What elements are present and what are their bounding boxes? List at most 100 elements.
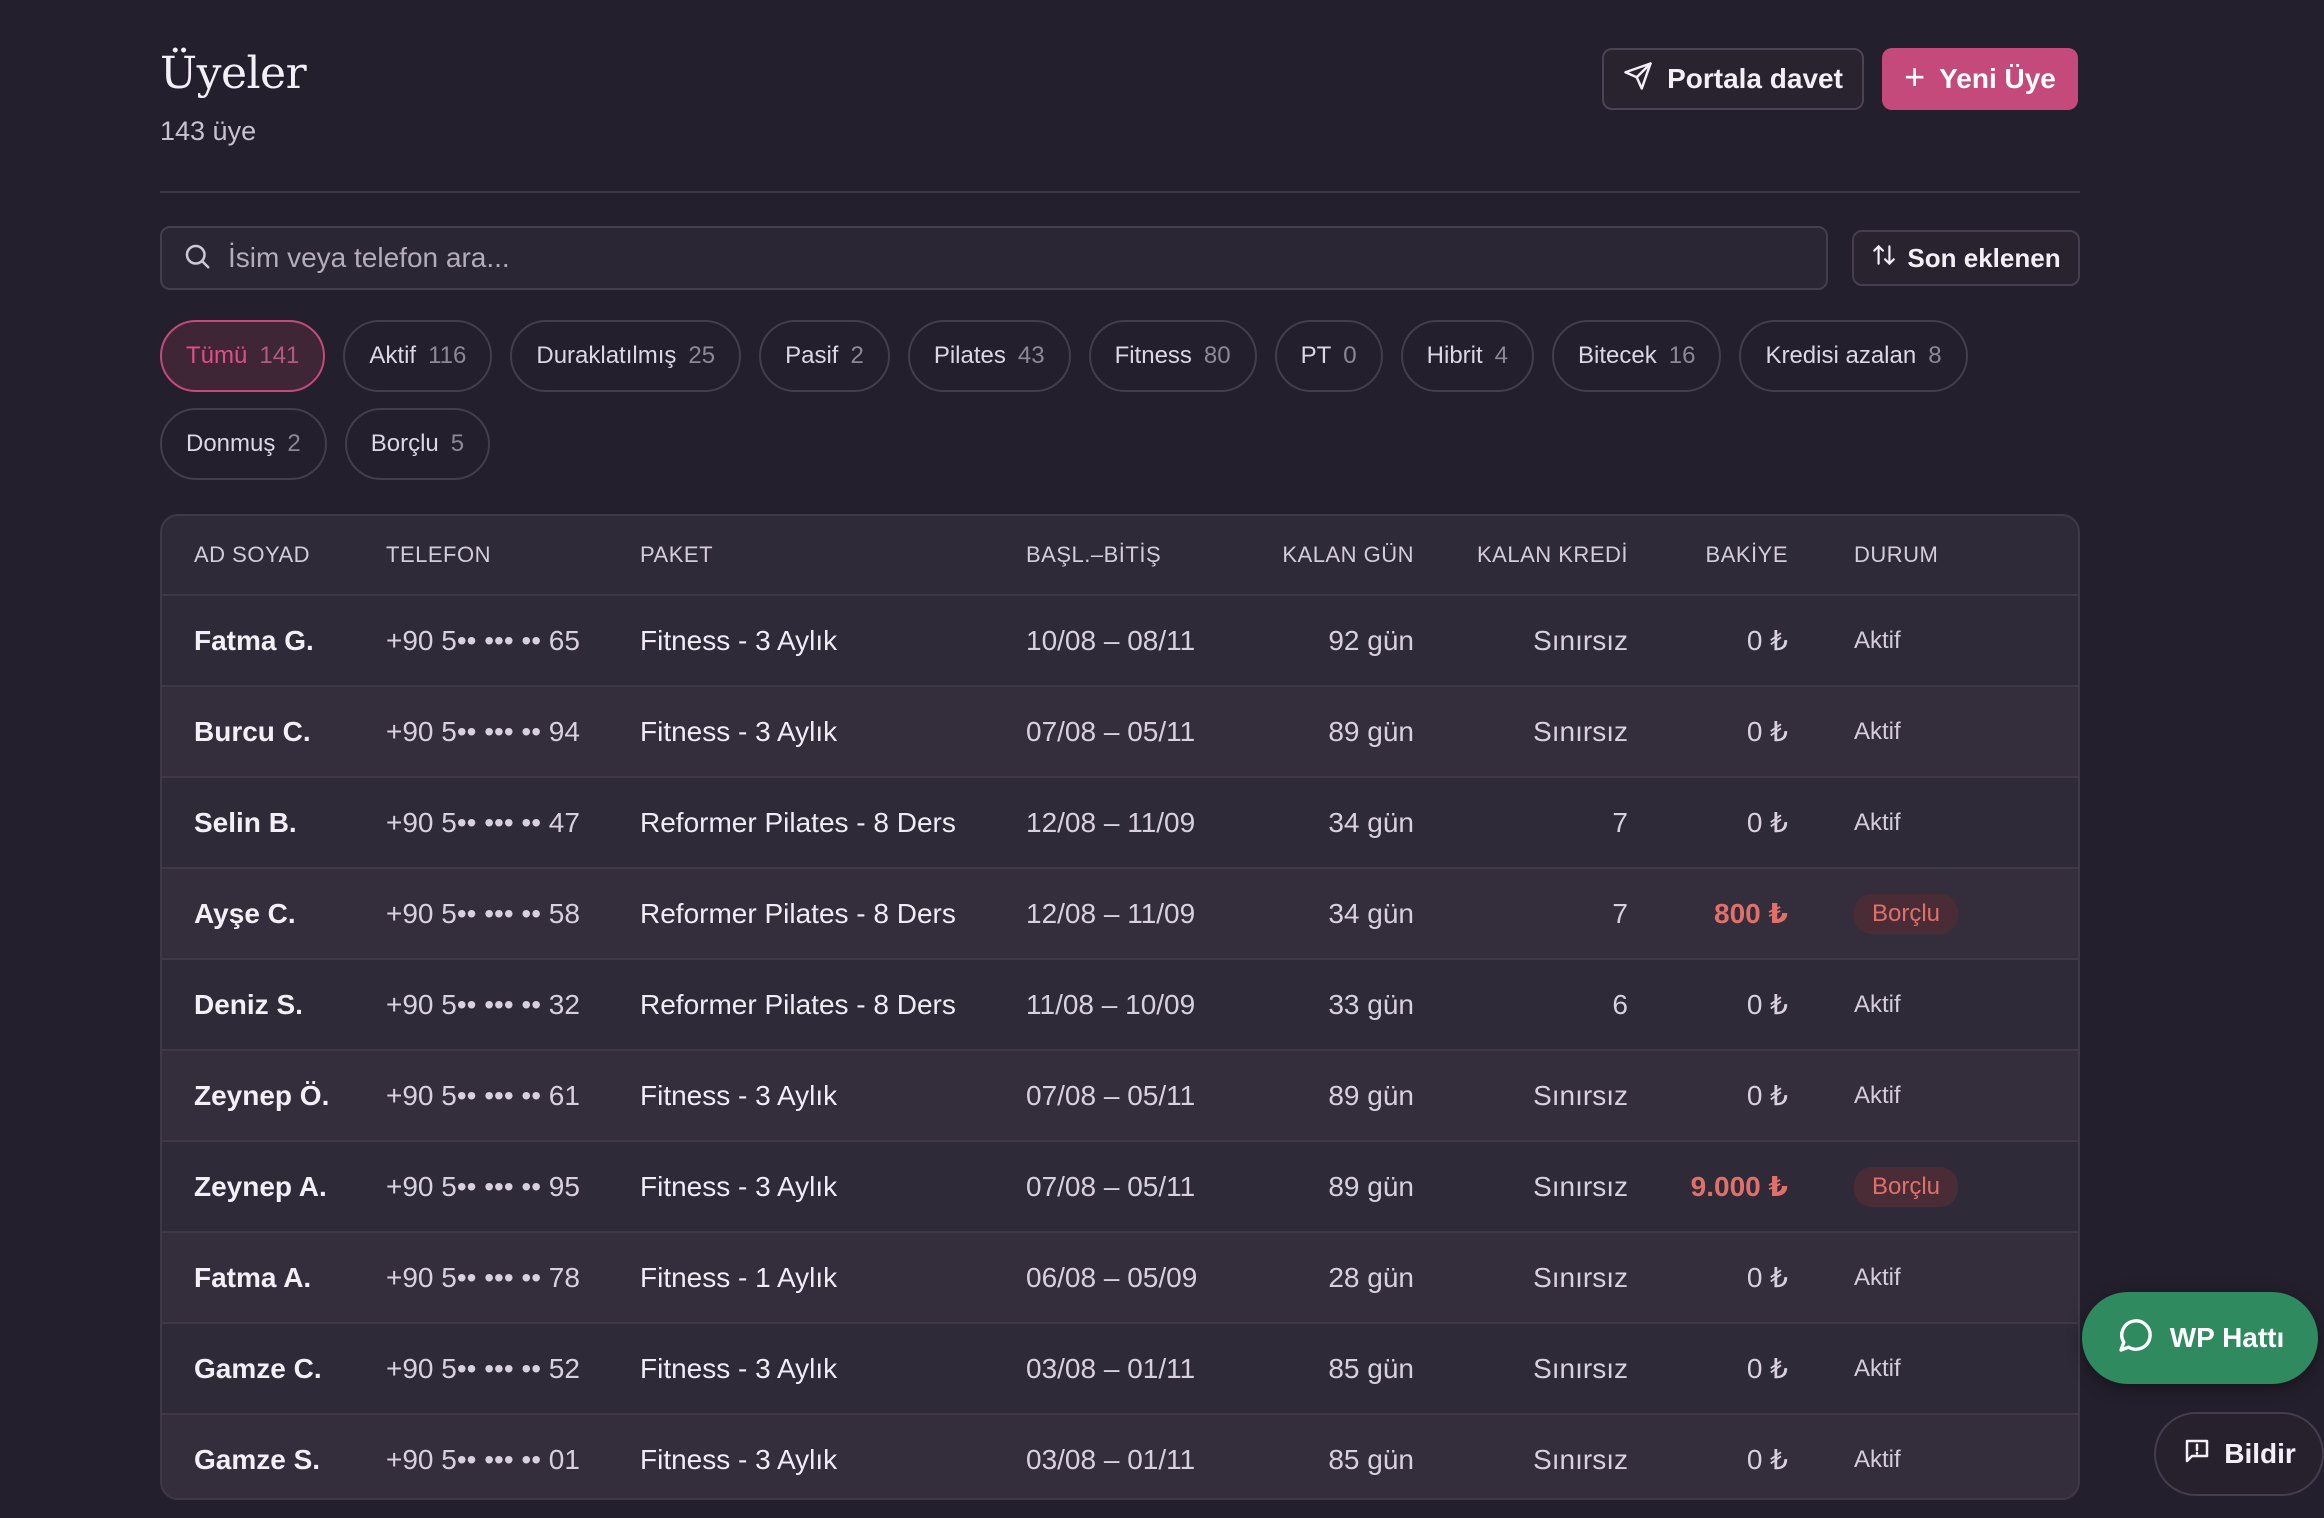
filter-chip-label: Tümü bbox=[186, 342, 248, 369]
member-package: Fitness - 1 Aylık bbox=[640, 1261, 838, 1293]
filter-chip-count: 141 bbox=[259, 342, 300, 369]
table-row[interactable]: Fatma A. +90 5•• ••• •• 78 Fitness - 1 Ayl… bbox=[162, 1233, 2078, 1324]
whatsapp-line-button[interactable]: WP Hattı bbox=[2082, 1292, 2318, 1384]
column-header-package[interactable]: PAKET bbox=[640, 516, 713, 594]
member-phone: +90 5•• ••• •• 78 bbox=[386, 1261, 580, 1293]
member-package: Fitness - 3 Aylık bbox=[640, 1170, 838, 1202]
table-row[interactable]: Gamze S. +90 5•• ••• •• 01 Fitness - 3 Ayl… bbox=[162, 1415, 2078, 1498]
member-phone: +90 5•• ••• •• 94 bbox=[386, 715, 580, 747]
filter-chip-count: 80 bbox=[1203, 342, 1231, 369]
table-row[interactable]: Deniz S. +90 5•• ••• •• 32 Reformer Pilate… bbox=[162, 960, 2078, 1051]
member-balance: 0 ₺ bbox=[1746, 625, 1788, 656]
filter-chip-count: 43 bbox=[1017, 342, 1045, 369]
member-credits-left: Sınırsız bbox=[1533, 1261, 1628, 1293]
filter-chip[interactable]: Duraklatılmış 25 bbox=[510, 320, 742, 392]
report-button[interactable]: Bildir bbox=[2154, 1412, 2324, 1496]
filter-chip-label: Kredisi azalan bbox=[1765, 342, 1917, 369]
member-name: Zeynep A. bbox=[194, 1170, 327, 1202]
member-count: 143 üye bbox=[160, 116, 257, 146]
send-icon bbox=[1623, 61, 1653, 98]
member-status-cell: Aktif bbox=[1854, 960, 1901, 1049]
column-header-credits-left[interactable]: KALAN KREDİ bbox=[1477, 516, 1628, 594]
search-box[interactable] bbox=[160, 226, 1828, 290]
filter-chip-label: Aktif bbox=[369, 342, 417, 369]
table-row[interactable]: Zeynep Ö. +90 5•• ••• •• 61 Fitness - 3 Ay… bbox=[162, 1051, 2078, 1142]
table-row[interactable]: Fatma G. +90 5•• ••• •• 65 Fitness - 3 Ayl… bbox=[162, 596, 2078, 687]
member-balance: 0 ₺ bbox=[1746, 1353, 1788, 1384]
report-label: Bildir bbox=[2224, 1438, 2296, 1469]
members-page: Üyeler 143 üye Portala davet + Yeni Üye … bbox=[0, 0, 2324, 1518]
filter-chip[interactable]: Pasif 2 bbox=[759, 320, 890, 392]
member-phone: +90 5•• ••• •• 58 bbox=[386, 897, 580, 929]
column-header-balance[interactable]: BAKİYE bbox=[1706, 516, 1788, 594]
member-package: Fitness - 3 Aylık bbox=[640, 1443, 838, 1475]
filter-chip[interactable]: Aktif 116 bbox=[343, 320, 493, 392]
member-name: Gamze C. bbox=[194, 1352, 322, 1384]
column-header-status[interactable]: DURUM bbox=[1854, 516, 1938, 594]
filter-chip[interactable]: Tümü 141 bbox=[160, 320, 326, 392]
member-name: Selin B. bbox=[194, 806, 297, 838]
member-dates: 06/08 – 05/09 bbox=[1026, 1261, 1198, 1293]
filter-chip[interactable]: Fitness 80 bbox=[1088, 320, 1257, 392]
table-row[interactable]: Zeynep A. +90 5•• ••• •• 95 Fitness - 3 Ay… bbox=[162, 1142, 2078, 1233]
filter-chip-label: Donmuş bbox=[186, 430, 276, 457]
new-member-button[interactable]: + Yeni Üye bbox=[1882, 48, 2078, 110]
filter-chip-count: 116 bbox=[428, 342, 467, 369]
table-row[interactable]: Selin B. +90 5•• ••• •• 47 Reformer Pilate… bbox=[162, 778, 2078, 869]
member-dates: 12/08 – 11/09 bbox=[1026, 806, 1196, 838]
member-credits-left: Sınırsız bbox=[1533, 1352, 1628, 1384]
plus-icon: + bbox=[1904, 56, 1926, 97]
filter-chip[interactable]: PT 0 bbox=[1274, 320, 1383, 392]
table-row[interactable]: Burcu C. +90 5•• ••• •• 94 Fitness - 3 Ayl… bbox=[162, 687, 2078, 778]
search-input[interactable] bbox=[228, 242, 1826, 274]
member-phone: +90 5•• ••• •• 95 bbox=[386, 1170, 580, 1202]
member-dates: 07/08 – 05/11 bbox=[1026, 1079, 1196, 1111]
filter-chip[interactable]: Pilates 43 bbox=[907, 320, 1071, 392]
filter-chip-label: Borçlu bbox=[370, 430, 439, 457]
member-name: Deniz S. bbox=[194, 988, 303, 1020]
table-row[interactable]: Gamze C. +90 5•• ••• •• 52 Fitness - 3 Ayl… bbox=[162, 1324, 2078, 1415]
status-badge: Borçlu bbox=[1854, 1166, 1959, 1207]
member-days-left: 33 gün bbox=[1328, 988, 1414, 1020]
column-header-name[interactable]: AD SOYAD bbox=[194, 516, 310, 594]
filter-chip[interactable]: Donmuş 2 bbox=[160, 408, 327, 480]
member-balance: 9.000 ₺ bbox=[1690, 1171, 1788, 1202]
filter-chip-label: PT bbox=[1300, 342, 1332, 369]
member-name: Fatma A. bbox=[194, 1261, 312, 1293]
member-package: Reformer Pilates - 8 Ders bbox=[640, 806, 956, 838]
status-badge: Aktif bbox=[1854, 990, 1901, 1018]
status-badge: Aktif bbox=[1854, 1354, 1901, 1382]
filter-chip-label: Hibrit bbox=[1426, 342, 1483, 369]
member-status-cell: Aktif bbox=[1854, 596, 1901, 685]
member-status-cell: Aktif bbox=[1854, 1415, 1901, 1498]
sort-button[interactable]: Son eklenen bbox=[1852, 230, 2080, 286]
member-balance: 0 ₺ bbox=[1746, 716, 1788, 747]
member-balance: 0 ₺ bbox=[1746, 1444, 1788, 1475]
member-dates: 12/08 – 11/09 bbox=[1026, 897, 1196, 929]
member-days-left: 34 gün bbox=[1328, 897, 1414, 929]
member-balance: 0 ₺ bbox=[1746, 989, 1788, 1020]
member-credits-left: 6 bbox=[1612, 988, 1628, 1020]
filter-chip-label: Fitness bbox=[1114, 342, 1192, 369]
chat-bubble-icon bbox=[2116, 1315, 2156, 1362]
filter-chip[interactable]: Borçlu 5 bbox=[344, 408, 491, 480]
member-credits-left: 7 bbox=[1612, 897, 1628, 929]
column-header-phone[interactable]: TELEFON bbox=[386, 516, 491, 594]
column-header-days-left[interactable]: KALAN GÜN bbox=[1282, 516, 1414, 594]
column-header-dates[interactable]: BAŞL.–BİTİŞ bbox=[1026, 516, 1161, 594]
member-status-cell: Aktif bbox=[1854, 1324, 1901, 1413]
table-header: AD SOYAD TELEFON PAKET BAŞL.–BİTİŞ KALAN… bbox=[162, 516, 2078, 596]
invite-to-portal-button[interactable]: Portala davet bbox=[1602, 48, 1864, 110]
member-credits-left: Sınırsız bbox=[1533, 624, 1628, 656]
table-row[interactable]: Ayşe C. +90 5•• ••• •• 58 Reformer Pilates… bbox=[162, 869, 2078, 960]
status-badge: Aktif bbox=[1854, 1263, 1901, 1291]
members-table: AD SOYAD TELEFON PAKET BAŞL.–BİTİŞ KALAN… bbox=[160, 514, 2080, 1500]
status-badge: Aktif bbox=[1854, 717, 1901, 745]
filter-chip[interactable]: Bitecek 16 bbox=[1552, 320, 1722, 392]
member-package: Reformer Pilates - 8 Ders bbox=[640, 897, 956, 929]
member-status-cell: Aktif bbox=[1854, 1233, 1901, 1322]
filter-chip[interactable]: Kredisi azalan 8 bbox=[1739, 320, 1968, 392]
filter-chip-label: Duraklatılmış bbox=[536, 342, 677, 369]
filter-chip[interactable]: Hibrit 4 bbox=[1400, 320, 1535, 392]
member-status-cell: Aktif bbox=[1854, 1051, 1901, 1140]
